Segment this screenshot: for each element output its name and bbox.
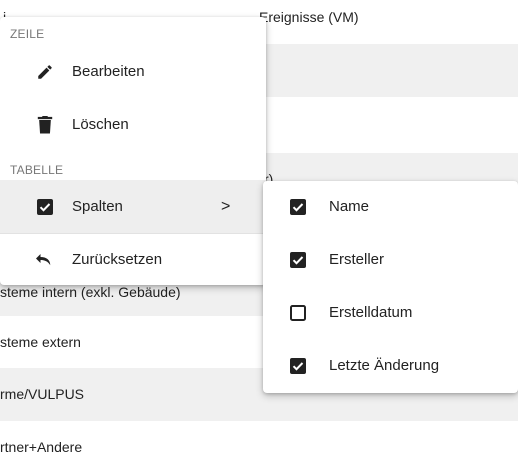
- column-option-name[interactable]: Name: [263, 181, 518, 234]
- row-name: Ereignisse (VM): [259, 9, 359, 25]
- column-option-label: Ersteller: [329, 251, 385, 268]
- column-option-created-date[interactable]: Erstelldatum: [263, 287, 518, 340]
- pencil-icon: [36, 63, 54, 81]
- table-row[interactable]: rtner+Andere: [0, 421, 518, 474]
- section-header-table: TABELLE: [10, 163, 64, 177]
- column-option-label: Erstelldatum: [329, 304, 413, 321]
- reset-menu-item[interactable]: Zurücksetzen: [0, 234, 266, 285]
- row-name: rtner+Andere: [0, 439, 83, 455]
- checkbox-checked-icon[interactable]: [290, 252, 306, 268]
- delete-menu-item[interactable]: Löschen: [0, 98, 266, 151]
- row-name: steme extern: [0, 334, 81, 350]
- columns-label: Spalten: [72, 198, 123, 215]
- delete-label: Löschen: [72, 116, 129, 133]
- checkbox-unchecked-icon[interactable]: [290, 305, 306, 321]
- column-option-last-modified[interactable]: Letzte Änderung: [263, 340, 518, 393]
- reset-label: Zurücksetzen: [72, 251, 163, 268]
- section-header-row: ZEILE: [10, 27, 45, 41]
- chevron-right-icon: >: [221, 197, 231, 215]
- column-option-label: Letzte Änderung: [329, 357, 440, 374]
- column-option-label: Name: [329, 198, 370, 215]
- edit-label: Bearbeiten: [72, 63, 145, 80]
- column-option-creator[interactable]: Ersteller: [263, 234, 518, 287]
- undo-icon: [36, 251, 54, 269]
- columns-submenu: Name Ersteller Erstelldatum Letzte Änder…: [263, 181, 518, 393]
- trash-icon: [36, 115, 54, 134]
- checkbox-checked-icon[interactable]: [290, 199, 306, 215]
- row-context-menu: ZEILE Bearbeiten Löschen TABELLE Spalten…: [0, 17, 266, 285]
- columns-menu-item[interactable]: Spalten >: [0, 180, 266, 233]
- edit-menu-item[interactable]: Bearbeiten: [0, 45, 266, 98]
- checkbox-checked-icon[interactable]: [290, 358, 306, 374]
- checkbox-checked-icon: [36, 198, 54, 216]
- row-name: rme/VULPUS: [0, 386, 85, 402]
